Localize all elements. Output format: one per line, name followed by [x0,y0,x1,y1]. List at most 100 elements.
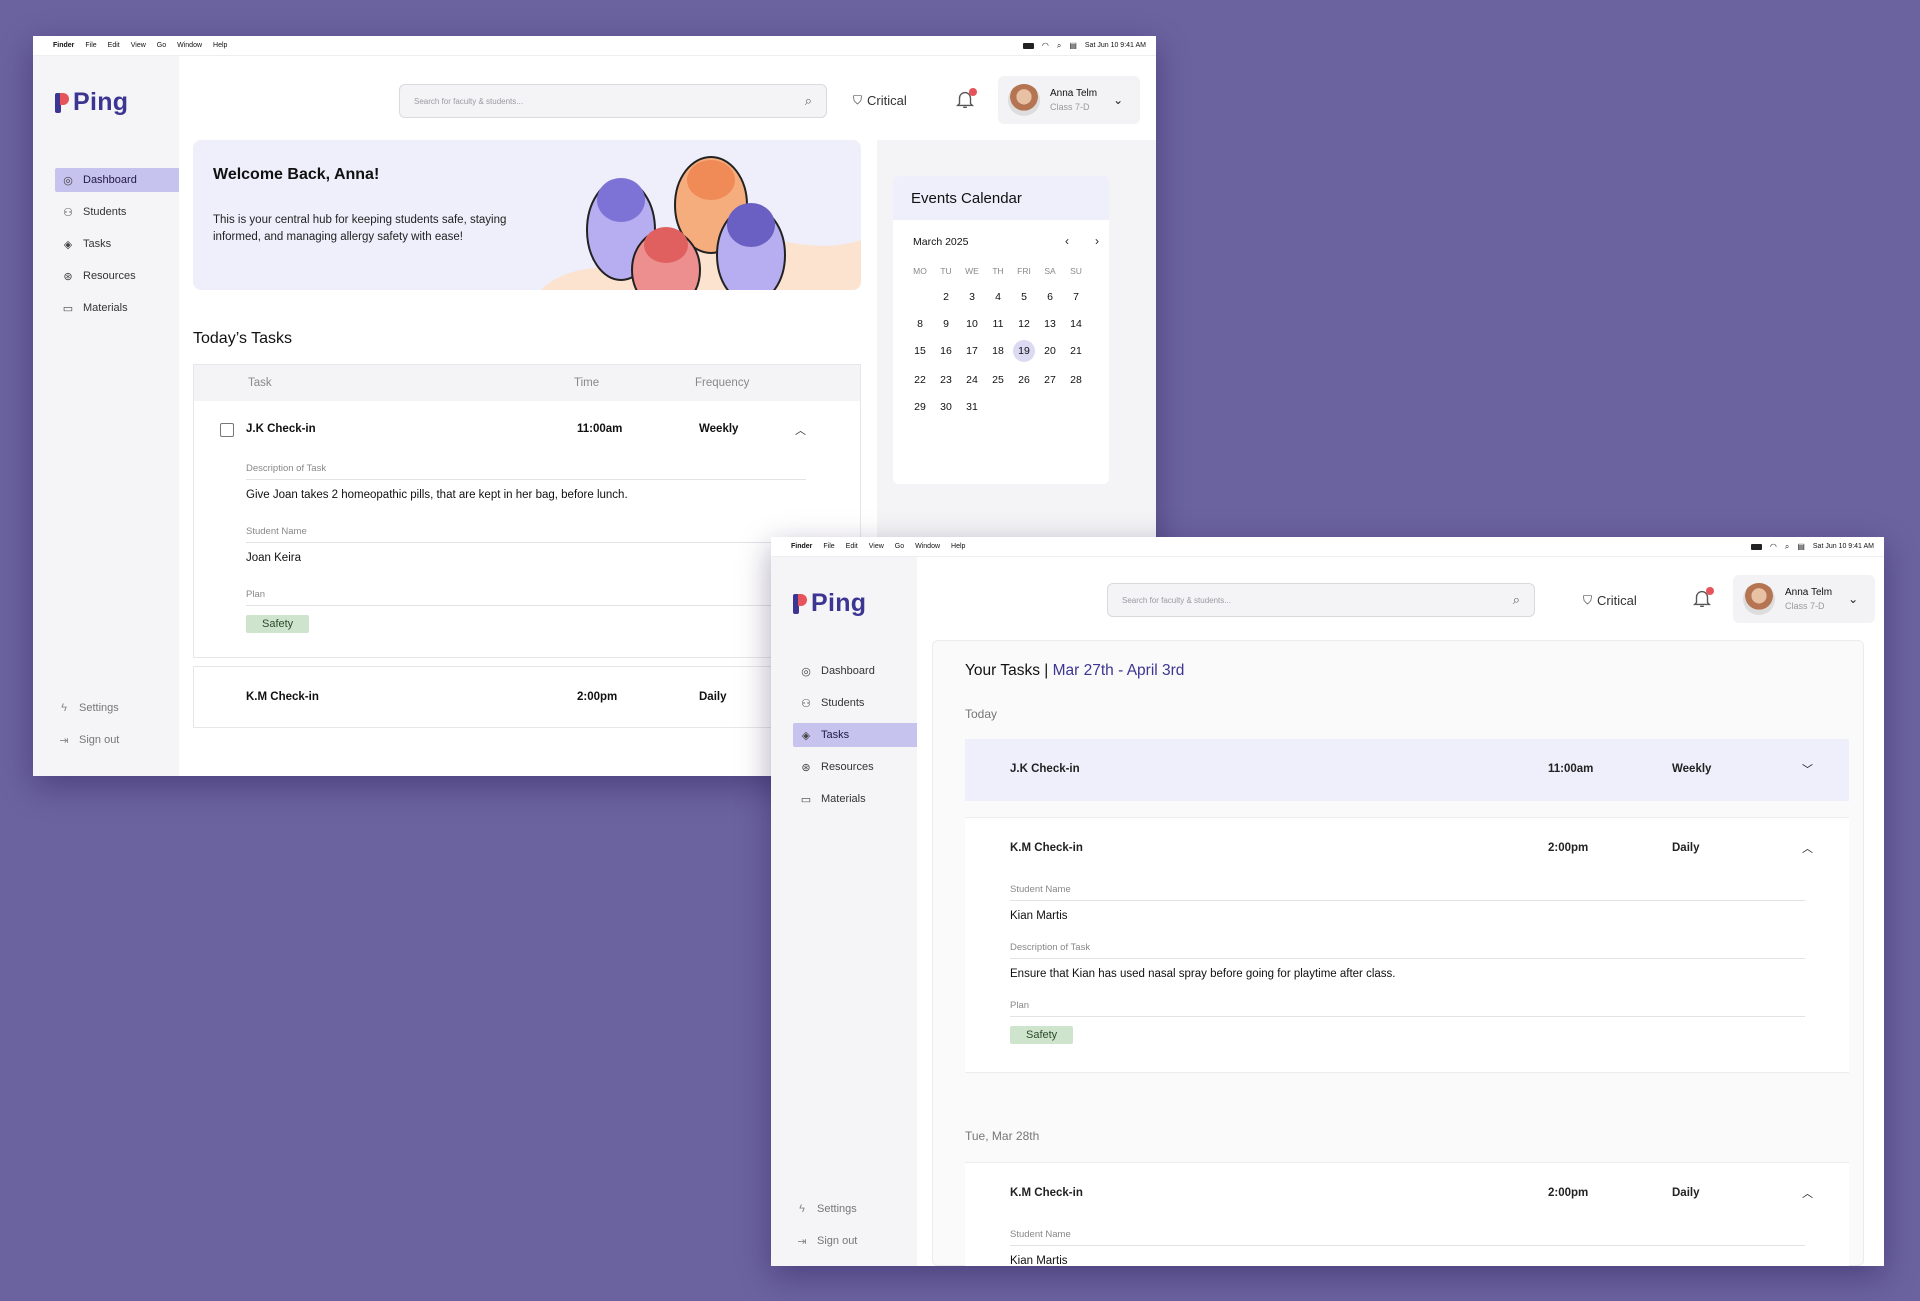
user-menu[interactable]: Anna Telm Class 7-D ⌄ [1733,575,1875,623]
calendar-day[interactable]: 2 [935,286,957,308]
calendar-day[interactable]: 20 [1039,340,1061,362]
signout-link[interactable]: ⇥ Sign out [789,1229,857,1253]
chevron-down-icon[interactable]: ﹀ [1802,761,1813,777]
sidebar-item-materials[interactable]: ▭ Materials [55,296,179,320]
chevron-up-icon[interactable]: ︿ [1802,1185,1813,1201]
menu-file[interactable]: File [85,42,96,49]
table-row[interactable]: K.M Check-in 2:00pm Daily [193,666,861,728]
task-row-jk[interactable]: J.K Check-in 11:00am Weekly ﹀ [965,739,1849,801]
calendar-day[interactable]: 28 [1065,369,1087,391]
menu-view[interactable]: View [131,42,146,49]
sidebar-item-dashboard[interactable]: ◎ Dashboard [55,168,179,192]
critical-filter[interactable]: ⛉ Critical [853,93,907,108]
day-label-today: Today [965,707,998,721]
calendar-dow: SU [1070,266,1082,276]
menu-finder[interactable]: Finder [53,42,74,49]
calendar-day[interactable]: 29 [909,396,931,418]
search-icon[interactable]: ⌕ [805,93,812,109]
sidebar-item-tasks[interactable]: ◈ Tasks [55,232,179,256]
menu-view[interactable]: View [869,543,884,550]
calendar-day[interactable]: 31 [961,396,983,418]
calendar-day[interactable]: 12 [1013,313,1035,335]
calendar-day[interactable]: 8 [909,313,931,335]
sidebar-item-resources[interactable]: ⊛ Resources [55,264,179,288]
ping-logo[interactable]: Ping [55,88,128,117]
calendar-day[interactable]: 11 [987,313,1009,335]
spotlight-icon[interactable]: ⌕ [1057,41,1061,51]
calendar-day[interactable]: 23 [935,369,957,391]
calendar-day[interactable]: 30 [935,396,957,418]
ping-logo-icon [55,92,69,113]
calendar-day[interactable]: 13 [1039,313,1061,335]
chevron-up-icon[interactable]: ︿ [795,422,806,438]
sidebar-item-dashboard[interactable]: ◎ Dashboard [793,659,917,683]
calendar-day[interactable]: 22 [909,369,931,391]
calendar-day[interactable]: 19 [1013,340,1035,362]
calendar-day[interactable]: 6 [1039,286,1061,308]
signout-icon: ⇥ [797,1235,807,1248]
notifications-button[interactable] [954,88,978,112]
wifi-icon[interactable]: ◠ [1042,41,1049,50]
menu-help[interactable]: Help [213,42,227,49]
tasks-table: Task Time Frequency J.K Check-in 11:00am… [193,364,861,658]
menu-help[interactable]: Help [951,543,965,550]
calendar-day[interactable]: 18 [987,340,1009,362]
calendar-day[interactable]: 15 [909,340,931,362]
settings-link[interactable]: ϟ Settings [789,1197,857,1221]
calendar-day[interactable]: 14 [1065,313,1087,335]
calendar-day[interactable]: 26 [1013,369,1035,391]
calendar-day[interactable]: 16 [935,340,957,362]
task-checkbox[interactable] [220,423,234,437]
sidebar-item-resources[interactable]: ⊛ Resources [793,755,917,779]
calendar-day[interactable]: 10 [961,313,983,335]
sidebar-item-students[interactable]: ⚇ Students [55,200,179,224]
menu-go[interactable]: Go [895,543,904,550]
calendar-day[interactable]: 7 [1065,286,1087,308]
next-month-icon[interactable]: › [1095,234,1099,248]
task-frequency: Daily [1672,1187,1700,1199]
calendar-day[interactable]: 9 [935,313,957,335]
sidebar-item-materials[interactable]: ▭ Materials [793,787,917,811]
user-menu[interactable]: Anna Telm Class 7-D ⌄ [998,76,1140,124]
penguins-illustration [541,156,861,290]
calendar-day[interactable]: 24 [961,369,983,391]
calendar-day[interactable]: 3 [961,286,983,308]
wifi-icon[interactable]: ◠ [1770,542,1777,551]
search-input[interactable]: Search for faculty & students... ⌕ [1107,583,1535,617]
signout-link[interactable]: ⇥ Sign out [51,728,119,752]
prev-month-icon[interactable]: ‹ [1065,234,1069,248]
control-center-icon[interactable]: ▤ [1797,542,1805,551]
student-name: Joan Keira [246,552,301,564]
header: Search for faculty & students... ⌕ ⛉ Cri… [179,56,1156,124]
critical-filter[interactable]: ⛉ Critical [1583,593,1637,608]
spotlight-icon[interactable]: ⌕ [1785,542,1789,552]
menu-window[interactable]: Window [915,543,940,550]
search-icon[interactable]: ⌕ [1513,592,1520,608]
menu-edit[interactable]: Edit [846,543,858,550]
menu-finder[interactable]: Finder [791,543,812,550]
sidebar-item-students[interactable]: ⚇ Students [793,691,917,715]
calendar-day[interactable]: 5 [1013,286,1035,308]
ping-logo[interactable]: Ping [793,589,866,618]
lightning-icon: ϟ [61,702,67,714]
calendar-day[interactable]: 27 [1039,369,1061,391]
menu-edit[interactable]: Edit [108,42,120,49]
calendar-day[interactable]: 4 [987,286,1009,308]
calendar-day[interactable]: 21 [1065,340,1087,362]
battery-icon[interactable] [1022,42,1034,49]
sidebar-item-tasks[interactable]: ◈ Tasks [793,723,917,747]
search-input[interactable]: Search for faculty & students... ⌕ [399,84,827,118]
notifications-button[interactable] [1691,587,1715,611]
chevron-up-icon[interactable]: ︿ [1802,840,1813,856]
divider [1010,900,1805,901]
control-center-icon[interactable]: ▤ [1069,41,1077,50]
calendar-day[interactable]: 17 [961,340,983,362]
settings-link[interactable]: ϟ Settings [51,696,119,720]
battery-icon[interactable] [1750,543,1762,550]
task-row-km[interactable]: K.M Check-in 2:00pm Daily ︿ Student Name… [965,817,1849,1073]
menu-go[interactable]: Go [157,42,166,49]
menu-file[interactable]: File [823,543,834,550]
menu-window[interactable]: Window [177,42,202,49]
calendar-day[interactable]: 25 [987,369,1009,391]
task-row-km-tue[interactable]: K.M Check-in 2:00pm Daily ︿ Student Name… [965,1162,1849,1266]
